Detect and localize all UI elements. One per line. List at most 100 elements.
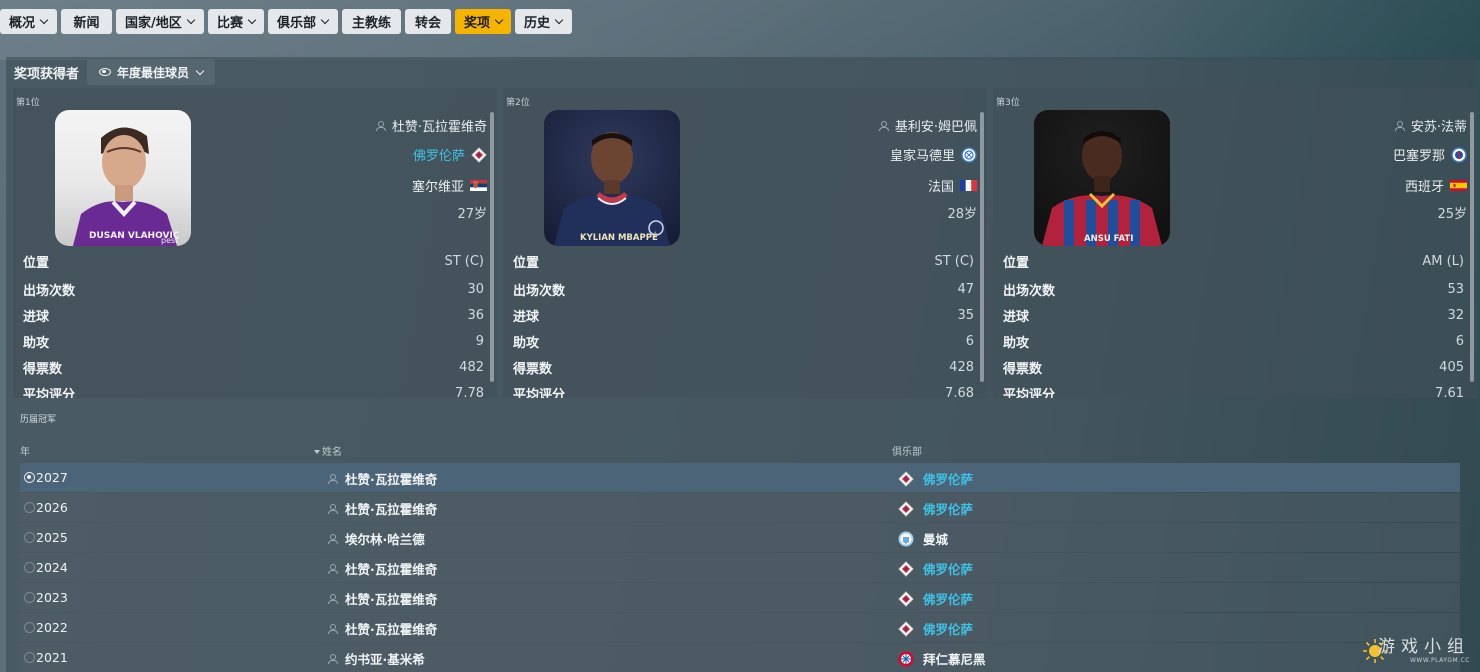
row-radio[interactable]: [24, 562, 35, 573]
row-player[interactable]: 杜赞·瓦拉霍维奇: [328, 499, 437, 518]
row-radio[interactable]: [24, 592, 35, 603]
row-club-name: 佛罗伦萨: [923, 622, 974, 637]
club-row[interactable]: 皇家马德里: [890, 145, 977, 164]
row-club[interactable]: 佛罗伦萨: [898, 559, 973, 578]
table-row[interactable]: 2027 杜赞·瓦拉霍维奇 佛罗伦萨: [20, 463, 1460, 492]
card-scrollbar[interactable]: [490, 112, 494, 382]
row-club[interactable]: 佛罗伦萨: [898, 589, 973, 608]
table-row[interactable]: 2026 杜赞·瓦拉霍维奇 佛罗伦萨: [20, 493, 1460, 522]
tab-managers[interactable]: 主教练: [342, 9, 401, 34]
row-club[interactable]: 佛罗伦萨: [898, 619, 973, 638]
photo-jersey-text: KYLIAN MBAPPÉ: [580, 231, 658, 243]
stat-value: 36: [467, 307, 484, 323]
row-club[interactable]: 拜仁慕尼黑: [898, 649, 986, 668]
player-age: 25岁: [1437, 207, 1467, 222]
player-name-row[interactable]: 基利安·姆巴佩: [878, 116, 977, 135]
stat-value: 53: [1447, 281, 1464, 297]
column-header-year[interactable]: 年: [20, 443, 30, 458]
row-radio[interactable]: [24, 472, 35, 483]
chevron-down-icon: [554, 15, 564, 25]
stat-label: 助攻: [513, 335, 540, 351]
spain-flag-icon: [1450, 180, 1467, 191]
table-row[interactable]: 2021 约书亚·基米希 拜仁慕尼黑: [20, 643, 1460, 672]
chevron-down-icon: [195, 66, 205, 75]
row-radio[interactable]: [24, 652, 35, 663]
stat-value: 428: [949, 359, 974, 375]
table-row[interactable]: 2025 埃尔林·哈兰德 曼城: [20, 523, 1460, 552]
stat-label: 进球: [23, 309, 50, 325]
watermark-url: WWW.PLAYGM.CC: [1409, 657, 1470, 664]
person-icon: [328, 653, 338, 664]
row-club[interactable]: 曼城: [898, 529, 948, 548]
stat-label: 出场次数: [23, 283, 76, 299]
player-name-row[interactable]: 安苏·法蒂: [1394, 116, 1467, 135]
tab-history[interactable]: 历史: [515, 9, 572, 34]
stat-row-assists: 助攻 6: [513, 328, 974, 354]
bayern-badge-icon: [898, 651, 914, 666]
nation-row[interactable]: 西班牙: [1405, 176, 1467, 195]
row-club[interactable]: 佛罗伦萨: [898, 499, 973, 518]
tab-label: 概况: [9, 16, 36, 31]
sort-desc-icon: [314, 450, 320, 454]
winner-card-3: 第3位 ANSU FATI 安苏·法蒂 巴塞罗那 西班牙 25岁 位置 AM (L…: [993, 88, 1477, 398]
stat-value: 35: [957, 307, 974, 323]
player-photo[interactable]: KYLIAN MBAPPÉ: [544, 110, 680, 246]
stat-row-goals: 进球 36: [23, 302, 484, 328]
tab-label: 主教练: [351, 16, 391, 31]
table-row[interactable]: 2022 杜赞·瓦拉霍维奇 佛罗伦萨: [20, 613, 1460, 642]
chevron-down-icon: [247, 15, 257, 25]
tab-competitions[interactable]: 比赛: [208, 9, 264, 34]
row-club[interactable]: 佛罗伦萨: [898, 469, 973, 488]
row-radio[interactable]: [24, 502, 35, 513]
nation-row[interactable]: 法国: [928, 176, 977, 195]
tab-clubs[interactable]: 俱乐部: [268, 9, 338, 34]
row-player-name: 杜赞·瓦拉霍维奇: [345, 502, 438, 517]
row-player[interactable]: 杜赞·瓦拉霍维奇: [328, 559, 437, 578]
column-header-label: 俱乐部: [892, 447, 922, 458]
eye-icon: [99, 68, 112, 76]
column-header-name[interactable]: 姓名: [314, 443, 342, 458]
card-scrollbar[interactable]: [980, 112, 984, 382]
column-header-club[interactable]: 俱乐部: [892, 443, 922, 458]
card-scrollbar[interactable]: [1470, 112, 1474, 382]
row-club-name: 曼城: [923, 532, 949, 547]
rank-label: 第1位: [16, 98, 40, 108]
row-player[interactable]: 杜赞·瓦拉霍维奇: [328, 589, 437, 608]
winner-card-1: 第1位 DUSAN VLAHOVIC pest 杜赞·瓦拉霍维奇 佛罗伦萨 塞尔…: [13, 88, 497, 398]
stat-value: 30: [467, 281, 484, 297]
tab-news[interactable]: 新闻: [61, 9, 112, 34]
tab-awards[interactable]: 奖项: [455, 9, 511, 34]
stat-value: 6: [1455, 333, 1464, 349]
chevron-down-icon: [494, 15, 504, 25]
award-selector-label: 年度最佳球员: [117, 65, 190, 80]
player-name-row[interactable]: 杜赞·瓦拉霍维奇: [375, 116, 487, 135]
award-header: 奖项获得者 年度最佳球员: [14, 58, 216, 86]
tab-overview[interactable]: 概况: [0, 9, 57, 34]
stat-value: ST (C): [934, 253, 974, 269]
row-player[interactable]: 杜赞·瓦拉霍维奇: [328, 619, 437, 638]
row-player[interactable]: 埃尔林·哈兰德: [328, 529, 425, 548]
table-row[interactable]: 2023 杜赞·瓦拉霍维奇 佛罗伦萨: [20, 583, 1460, 612]
stat-row-position: 位置 ST (C): [513, 248, 974, 274]
award-selector[interactable]: 年度最佳球员: [87, 59, 216, 85]
row-year: 2026: [36, 500, 68, 515]
club-row[interactable]: 巴塞罗那: [1393, 145, 1467, 164]
nation-row[interactable]: 塞尔维亚: [412, 176, 487, 195]
stat-label: 出场次数: [513, 283, 566, 299]
tab-label: 历史: [524, 16, 551, 31]
club-row[interactable]: 佛罗伦萨: [413, 145, 487, 164]
row-radio[interactable]: [24, 622, 35, 633]
row-player[interactable]: 约书亚·基米希: [328, 649, 425, 668]
person-icon: [328, 563, 338, 574]
tab-transfers[interactable]: 转会: [405, 9, 451, 34]
row-radio[interactable]: [24, 532, 35, 543]
player-photo[interactable]: DUSAN VLAHOVIC pest: [55, 110, 191, 246]
man-city-badge-icon: [898, 531, 914, 546]
stat-row-goals: 进球 35: [513, 302, 974, 328]
chevron-down-icon: [39, 15, 49, 25]
watermark-text: 游戏小组: [1378, 637, 1470, 657]
tab-nations[interactable]: 国家/地区: [116, 9, 204, 34]
player-photo[interactable]: ANSU FATI: [1034, 110, 1170, 246]
row-player[interactable]: 杜赞·瓦拉霍维奇: [328, 469, 437, 488]
table-row[interactable]: 2024 杜赞·瓦拉霍维奇 佛罗伦萨: [20, 553, 1460, 582]
